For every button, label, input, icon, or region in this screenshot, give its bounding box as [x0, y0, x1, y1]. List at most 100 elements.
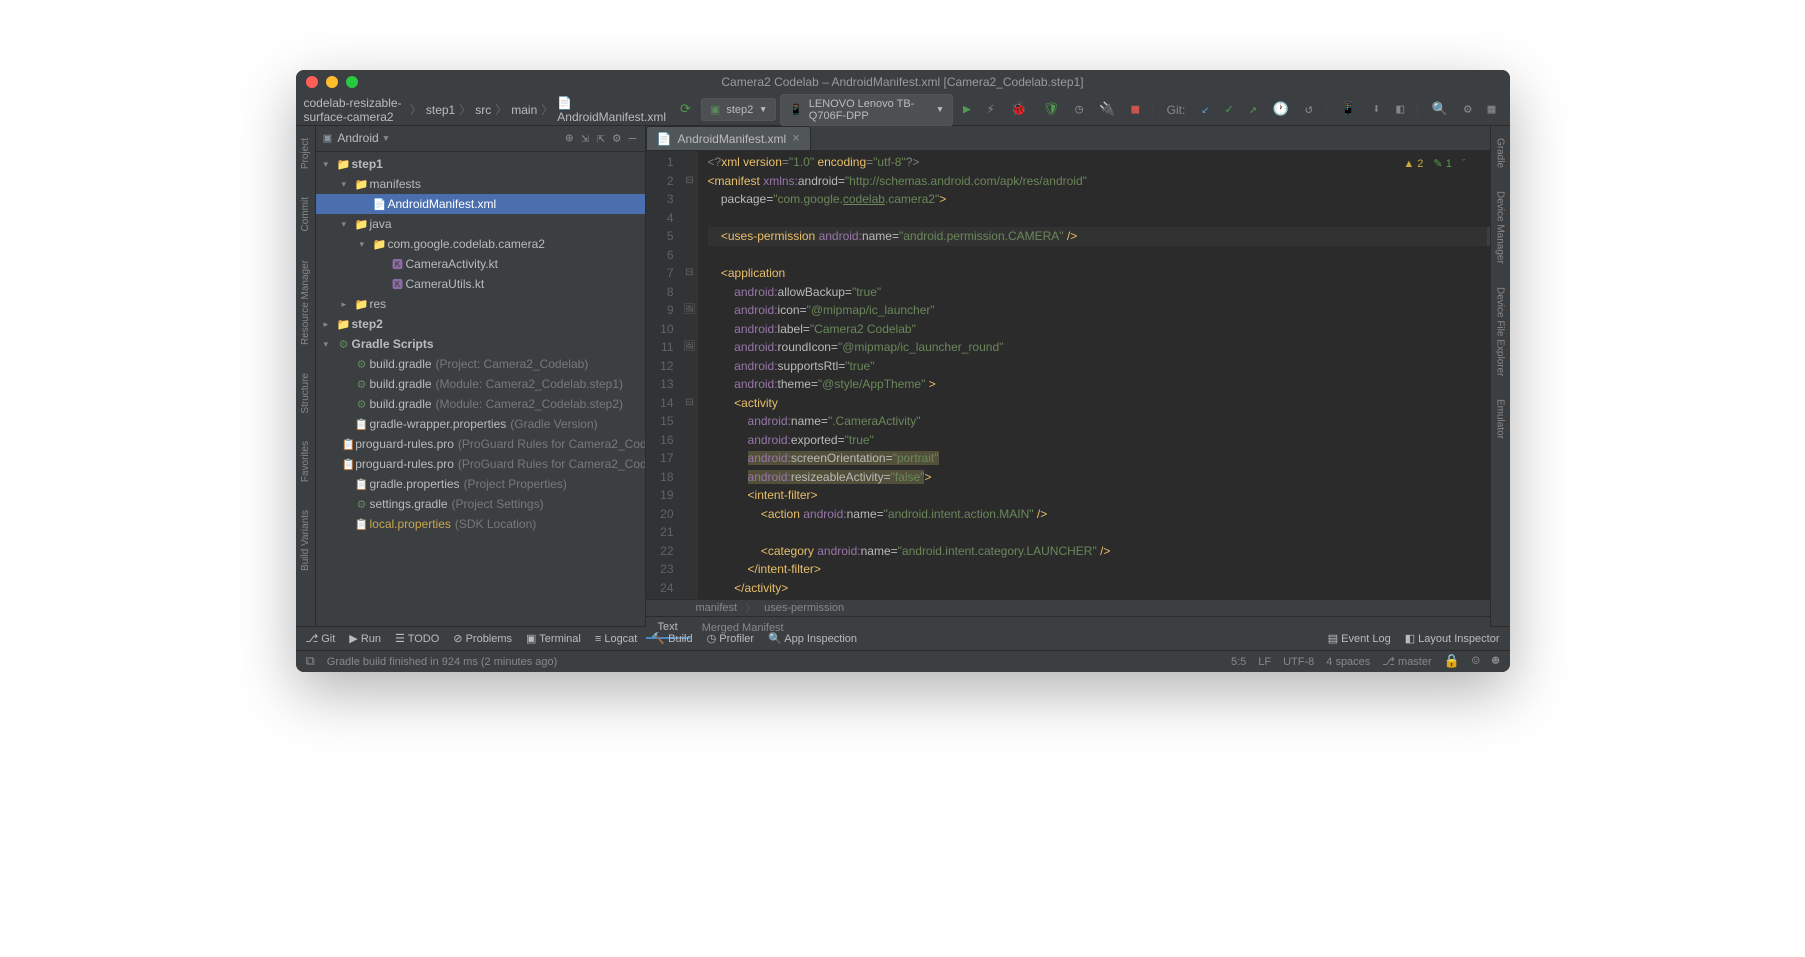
avd-manager[interactable]: 📱	[1334, 99, 1362, 120]
git-history[interactable]: 🕐	[1267, 99, 1295, 120]
tool-emulator[interactable]: Emulator	[1495, 395, 1506, 443]
tree-item[interactable]: 📋 proguard-rules.pro(ProGuard Rules for …	[316, 454, 645, 474]
stop-button[interactable]: ■	[1125, 99, 1145, 120]
tree-item[interactable]: ▾📁 com.google.codelab.camera2	[316, 234, 645, 254]
tree-item[interactable]: ▾📁 manifests	[316, 174, 645, 194]
tree-item[interactable]: ▸📁 step2	[316, 314, 645, 334]
breadcrumb-segment[interactable]: step1	[426, 103, 455, 117]
editor-tab[interactable]: 📄AndroidManifest.xml×	[646, 126, 812, 150]
apply-changes[interactable]: ⚡	[981, 99, 1001, 120]
tool-resource-manager[interactable]: Resource Manager	[300, 256, 311, 349]
profile-button[interactable]: ◷	[1069, 99, 1089, 120]
tree-item[interactable]: ▾📁 java	[316, 214, 645, 234]
git-branch[interactable]: ⎇ master	[1382, 655, 1431, 668]
breadcrumb-segment[interactable]: src	[475, 103, 491, 117]
project-view-selector[interactable]: Android ▾	[337, 131, 559, 146]
tree-item[interactable]: 🅺 CameraActivity.kt	[316, 254, 645, 274]
tool-device-manager[interactable]: Device Manager	[1495, 187, 1506, 268]
tree-item[interactable]: ▾⚙ Gradle Scripts	[316, 334, 645, 354]
run-button[interactable]: ▶	[957, 99, 977, 120]
tool-build-variants[interactable]: Build Variants	[300, 506, 311, 575]
tool-commit[interactable]: Commit	[300, 193, 311, 235]
window-title: Camera2 Codelab – AndroidManifest.xml [C…	[721, 75, 1083, 89]
tool-project[interactable]: Project	[300, 134, 311, 173]
close-window[interactable]	[306, 76, 318, 88]
inspection-indicator[interactable]: ▲ 2 ✎ 1 ˇ	[1403, 155, 1465, 174]
search-icon[interactable]: 🔍	[1426, 99, 1454, 120]
git-commit[interactable]: ✓	[1219, 99, 1239, 120]
expand-all[interactable]: ⇲	[581, 131, 589, 146]
breadcrumb-segment[interactable]: main	[511, 103, 537, 117]
lock-icon[interactable]: 🔒	[1444, 654, 1460, 669]
device-select[interactable]: 📱LENOVO Lenovo TB-Q706F-DPP▾	[780, 94, 953, 126]
nav-breadcrumb[interactable]: codelab-resizable-surface-camera2〉step1〉…	[304, 96, 667, 124]
resource-manager-icon[interactable]: ◧	[1390, 99, 1410, 120]
ide-status-icon[interactable]: ☻	[1492, 654, 1500, 669]
bottom-tool-terminal[interactable]: ▣ Terminal	[526, 632, 581, 645]
tool-device-file-explorer[interactable]: Device File Explorer	[1495, 283, 1506, 380]
panel-settings-icon[interactable]: ⚙	[613, 131, 621, 146]
select-opened-file[interactable]: ⊕	[565, 131, 573, 146]
debug-button[interactable]: 🐞	[1005, 99, 1033, 120]
tree-item[interactable]: 📋 proguard-rules.pro(ProGuard Rules for …	[316, 434, 645, 454]
main-toolbar: codelab-resizable-surface-camera2〉step1〉…	[296, 94, 1510, 126]
bottom-tool-git[interactable]: ⎇ Git	[306, 632, 336, 645]
tool-favorites[interactable]: Favorites	[300, 437, 311, 486]
tree-item[interactable]: ⚙ build.gradle(Module: Camera2_Codelab.s…	[316, 394, 645, 414]
run-config-select[interactable]: ▣step2▾	[701, 98, 776, 121]
titlebar[interactable]: Camera2 Codelab – AndroidManifest.xml [C…	[296, 70, 1510, 94]
tree-item[interactable]: 📄 AndroidManifest.xml	[316, 194, 645, 214]
ide-window: Camera2 Codelab – AndroidManifest.xml [C…	[296, 70, 1510, 672]
bottom-tool-run[interactable]: ▶ Run	[349, 632, 381, 645]
project-panel: ▣ Android ▾ ⊕ ⇲ ⇱ ⚙ — ▾📁 step1▾📁 manifes…	[316, 126, 646, 626]
sync-icon[interactable]: ⟳	[674, 99, 697, 120]
sdk-manager[interactable]: ⬇	[1367, 99, 1387, 120]
git-rollback[interactable]: ↺	[1299, 99, 1319, 120]
breadcrumb-segment[interactable]: codelab-resizable-surface-camera2	[304, 96, 406, 124]
file-encoding[interactable]: UTF-8	[1283, 656, 1314, 668]
minimize-window[interactable]	[326, 76, 338, 88]
ide-updates[interactable]: ▦	[1482, 99, 1502, 120]
project-tree[interactable]: ▾📁 step1▾📁 manifests📄 AndroidManifest.xm…	[316, 152, 645, 626]
tree-item[interactable]: 📋 gradle-wrapper.properties(Gradle Versi…	[316, 414, 645, 434]
hide-panel[interactable]: —	[629, 131, 637, 146]
tree-item[interactable]: ⚙ settings.gradle(Project Settings)	[316, 494, 645, 514]
git-label: Git:	[1161, 100, 1192, 120]
structure-breadcrumb[interactable]: manifest〉uses-permission	[646, 599, 1490, 616]
bottom-tool-app-inspection[interactable]: 🔍 App Inspection	[768, 632, 857, 645]
bottom-tool-logcat[interactable]: ≡ Logcat	[595, 633, 638, 645]
tree-item[interactable]: ⚙ build.gradle(Module: Camera2_Codelab.s…	[316, 374, 645, 394]
tree-item[interactable]: ▾📁 step1	[316, 154, 645, 174]
collapse-all[interactable]: ⇱	[597, 131, 605, 146]
bottom-tool-event-log[interactable]: ▤ Event Log	[1328, 632, 1391, 645]
bottom-tool-layout-inspector[interactable]: ◧ Layout Inspector	[1405, 632, 1500, 645]
cursor-position[interactable]: 5:5	[1231, 656, 1246, 668]
indent-setting[interactable]: 4 spaces	[1326, 656, 1370, 668]
settings-icon[interactable]: ⚙	[1458, 99, 1478, 120]
bottom-tool-todo[interactable]: ☰ TODO	[395, 632, 439, 645]
bottom-tool-build[interactable]: 🔨 Build	[651, 632, 692, 645]
bottom-tool-problems[interactable]: ⊘ Problems	[453, 632, 512, 645]
android-view-icon: ▣	[324, 131, 332, 146]
tree-item[interactable]: 📋 local.properties(SDK Location)	[316, 514, 645, 534]
maximize-window[interactable]	[346, 76, 358, 88]
git-push[interactable]: ↗	[1243, 99, 1263, 120]
tree-item[interactable]: ▸📁 res	[316, 294, 645, 314]
tool-gradle[interactable]: Gradle	[1495, 134, 1506, 172]
tree-item[interactable]: ⚙ build.gradle(Project: Camera2_Codelab)	[316, 354, 645, 374]
tool-structure[interactable]: Structure	[300, 369, 311, 418]
tool-window-toggle[interactable]: ⧉	[306, 654, 315, 669]
memory-indicator[interactable]: ☺	[1472, 654, 1480, 669]
close-tab-icon[interactable]: ×	[792, 131, 800, 146]
bottom-tool-profiler[interactable]: ◷ Profiler	[707, 632, 755, 645]
code-editor[interactable]: 123456789101112131415161718192021222324 …	[646, 151, 1490, 599]
git-pull[interactable]: ↙	[1195, 99, 1215, 120]
left-tool-stripe: Project Commit Resource Manager Structure Fa…	[296, 126, 316, 626]
status-message: Gradle build finished in 924 ms (2 minut…	[327, 656, 558, 668]
attach-debugger[interactable]: 🔌	[1093, 99, 1121, 120]
tree-item[interactable]: 🅺 CameraUtils.kt	[316, 274, 645, 294]
coverage-button[interactable]: 🛡	[1037, 99, 1066, 120]
line-ending[interactable]: LF	[1258, 656, 1271, 668]
status-bar: ⧉ Gradle build finished in 924 ms (2 min…	[296, 650, 1510, 672]
tree-item[interactable]: 📋 gradle.properties(Project Properties)	[316, 474, 645, 494]
